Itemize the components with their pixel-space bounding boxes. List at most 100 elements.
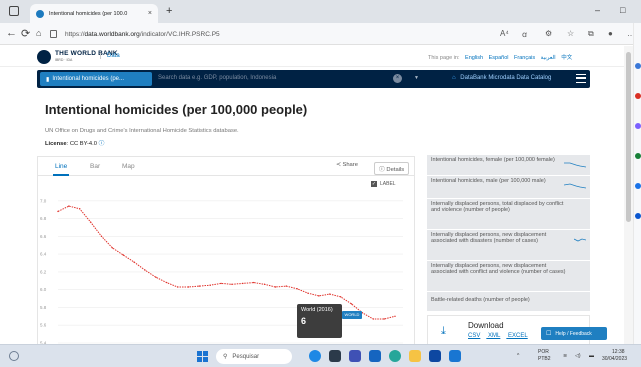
refresh-icon[interactable]: ⟳ <box>21 27 30 40</box>
data-point[interactable] <box>242 282 244 285</box>
help-feedback-button[interactable]: ☐ Help / Feedback <box>541 327 607 340</box>
app-taskbar-icon[interactable] <box>449 350 461 362</box>
data-point[interactable] <box>187 286 190 288</box>
data-point[interactable] <box>350 303 353 305</box>
data-point[interactable] <box>57 210 59 213</box>
lang-espanol[interactable]: Español <box>489 55 509 61</box>
data-point[interactable] <box>274 286 277 288</box>
lang-sub-indicator[interactable]: PTB2 <box>538 356 551 362</box>
data-point[interactable] <box>296 288 298 290</box>
data-point[interactable] <box>133 261 135 263</box>
chrome-taskbar-icon[interactable] <box>389 350 401 362</box>
widgets-icon[interactable] <box>9 351 19 361</box>
related-item[interactable]: Intentional homicides, male (per 100,000… <box>427 176 590 199</box>
profile-icon[interactable]: ● <box>608 29 613 38</box>
teams-taskbar-icon[interactable] <box>349 350 361 362</box>
tab-actions-icon[interactable] <box>9 6 19 16</box>
data-point[interactable] <box>209 284 211 286</box>
mail-taskbar-icon[interactable] <box>429 350 441 362</box>
taskbar-search[interactable]: ⚲ Pesquisar <box>216 349 292 364</box>
download-xml-link[interactable]: XML <box>488 333 500 339</box>
clock-date[interactable]: 30/04/2023 <box>602 356 627 362</box>
data-point[interactable] <box>155 276 157 278</box>
new-tab-button[interactable]: + <box>166 5 172 17</box>
tab-map[interactable]: Map <box>122 163 135 170</box>
data-point[interactable] <box>100 235 103 238</box>
translate-icon[interactable]: ꭤ <box>522 29 527 40</box>
databank-links-text[interactable]: DataBank Microdata Data Catalog <box>460 75 551 81</box>
sidebar-outlook-icon[interactable] <box>635 213 641 219</box>
download-excel-link[interactable]: EXCEL <box>508 333 528 339</box>
sidebar-office-icon[interactable] <box>635 183 641 189</box>
world-bank-logo-icon[interactable] <box>37 50 51 64</box>
download-csv-link[interactable]: CSV <box>468 333 480 339</box>
extensions-icon[interactable]: ⚙ <box>545 29 552 38</box>
sidebar-search-icon[interactable] <box>635 63 641 69</box>
home-icon[interactable]: ⌂ <box>452 75 456 81</box>
tray-chevron-icon[interactable]: ^ <box>517 353 519 359</box>
lang-indicator[interactable]: POR <box>538 349 549 355</box>
edge-taskbar-icon[interactable] <box>309 350 321 362</box>
related-item[interactable]: Battle-related deaths (number of people) <box>427 292 590 311</box>
data-point[interactable] <box>372 318 374 320</box>
data-point[interactable] <box>144 269 146 271</box>
start-button-icon[interactable] <box>197 351 208 362</box>
data-section-link[interactable]: Data <box>100 53 120 59</box>
license-value[interactable]: : CC BY-4.0 <box>67 141 97 147</box>
back-arrow-icon[interactable]: ← <box>6 27 17 39</box>
data-point[interactable] <box>383 318 385 320</box>
data-point[interactable] <box>231 283 233 286</box>
data-point[interactable] <box>318 295 320 297</box>
maximize-button[interactable]: □ <box>620 5 625 15</box>
databank-links[interactable]: ⌂ DataBank Microdata Data Catalog <box>452 75 551 81</box>
wifi-icon[interactable]: ≋ <box>563 353 567 359</box>
selected-indicator[interactable]: ▮ Intentional homicides (pe... <box>40 72 152 86</box>
share-button[interactable]: ≺ Share <box>336 162 358 168</box>
tab-close-icon[interactable]: × <box>148 10 152 17</box>
data-point[interactable] <box>166 281 168 284</box>
info-icon[interactable]: ⓘ <box>99 141 105 147</box>
related-item[interactable]: Internally displaced persons, new displa… <box>427 230 590 261</box>
battery-icon[interactable]: ▬ <box>589 353 594 359</box>
data-point[interactable] <box>111 247 114 249</box>
sidebar-shopping-icon[interactable] <box>635 93 641 99</box>
details-button[interactable]: ⓘ Details <box>374 162 410 175</box>
lang-english[interactable]: English <box>465 55 483 61</box>
lang-chinese[interactable]: 中文 <box>561 55 572 61</box>
read-aloud-icon[interactable]: A⁴ <box>500 29 509 38</box>
minimize-button[interactable]: – <box>595 5 600 15</box>
volume-icon[interactable]: ◁) <box>575 353 581 359</box>
hamburger-menu-icon[interactable] <box>576 74 586 83</box>
lang-francais[interactable]: Français <box>514 55 535 61</box>
tab-bar[interactable]: Bar <box>90 163 100 170</box>
search-input[interactable]: Search data e.g. GDP, population, Indone… <box>158 75 276 81</box>
data-point[interactable] <box>122 254 124 256</box>
lang-arabic[interactable]: العربية <box>541 55 556 61</box>
scrollbar-thumb[interactable] <box>626 52 631 222</box>
data-point[interactable] <box>307 292 309 294</box>
data-point[interactable] <box>79 208 81 210</box>
store-taskbar-icon[interactable] <box>369 350 381 362</box>
data-point[interactable] <box>68 205 70 207</box>
clock-time[interactable]: 12:38 <box>612 349 625 355</box>
related-item[interactable]: Internally displaced persons, new displa… <box>427 261 590 292</box>
sidebar-tools-icon[interactable] <box>635 123 641 129</box>
clear-search-icon[interactable]: × <box>393 74 402 83</box>
data-point[interactable] <box>394 315 396 318</box>
task-view-icon[interactable] <box>329 350 341 362</box>
collections-icon[interactable]: ⧉ <box>588 29 594 39</box>
data-point[interactable] <box>89 221 92 223</box>
related-item[interactable]: Intentional homicides, female (per 100,0… <box>427 155 590 176</box>
browser-tab[interactable]: Intentional homicides (per 100.0 × <box>30 4 158 23</box>
page-scrollbar[interactable] <box>624 46 633 344</box>
series-line[interactable] <box>57 205 396 320</box>
sidebar-games-icon[interactable] <box>635 153 641 159</box>
data-point[interactable] <box>285 285 287 287</box>
search-dropdown-icon[interactable]: ▼ <box>414 75 419 81</box>
data-point[interactable] <box>339 296 342 298</box>
related-item[interactable]: Internally displaced persons, total disp… <box>427 199 590 230</box>
data-point[interactable] <box>198 285 201 287</box>
data-point[interactable] <box>252 281 255 284</box>
data-point[interactable] <box>329 293 331 295</box>
home-icon[interactable]: ⌂ <box>36 28 41 38</box>
